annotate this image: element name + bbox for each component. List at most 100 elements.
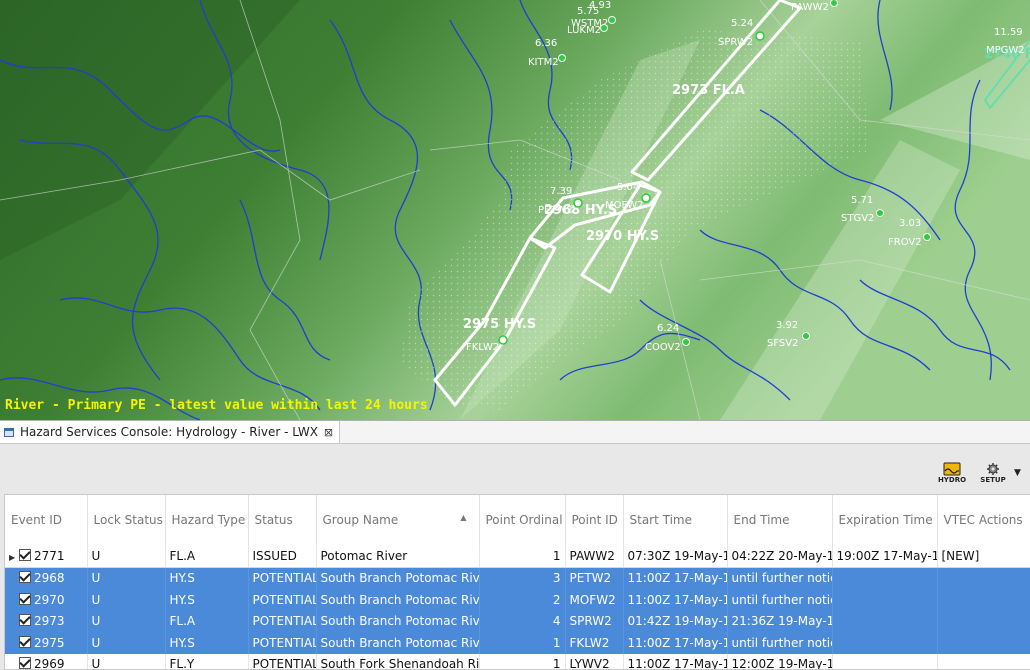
ordinal-cell: 1 [479,632,565,654]
station-value: 3.92 [776,320,798,331]
row-checkbox[interactable] [19,657,31,669]
station-value: 11.59 [994,27,1023,38]
event-id-cell[interactable]: 2973 [5,611,87,633]
hydro-button[interactable]: HYDRO [937,462,967,490]
row-checkbox[interactable] [19,636,31,648]
vtec-cell [937,632,1030,654]
event-id: 2771 [34,549,65,563]
table-row[interactable]: 2969 U FL.Y POTENTIAL South Fork Shenand… [5,654,1030,670]
group-cell: South Branch Potomac River [316,589,479,611]
station-id: FROV2 [888,237,922,248]
lock-cell: U [87,567,165,589]
setup-label: SETUP [980,476,1005,484]
column-header-status[interactable]: Status [248,495,316,545]
hazard-services-console: Hazard Services Console: Hydrology - Riv… [0,420,1030,668]
vtec-cell [937,567,1030,589]
event-id: 2973 [34,614,65,628]
point-cell: PETW2 [565,567,623,589]
group-cell: South Fork Shenandoah River [316,654,479,670]
station-id: FKLW2 [466,342,499,353]
column-header-start-time[interactable]: Start Time [623,495,727,545]
event-id-cell[interactable]: 2968 [5,567,87,589]
end-cell: 04:22Z 20-May-18 [727,545,832,567]
type-cell: HY.S [165,567,248,589]
lock-cell: U [87,632,165,654]
expiration-cell [832,632,937,654]
station-value: 5.04 [617,182,639,193]
event-id-cell[interactable]: 2970 [5,589,87,611]
expiration-cell [832,654,937,670]
column-header-group-name[interactable]: Group Name▲ [316,495,479,545]
table-row[interactable]: 2975 U HY.S POTENTIAL South Branch Potom… [5,632,1030,654]
vtec-cell [937,611,1030,633]
column-header-expiration-time[interactable]: Expiration Time [832,495,937,545]
status-cell: ISSUED [248,545,316,567]
lock-cell: U [87,611,165,633]
type-cell: HY.S [165,632,248,654]
row-checkbox[interactable] [19,549,31,561]
group-cell: Potomac River [316,545,479,567]
column-header-end-time[interactable]: End Time [727,495,832,545]
expiration-cell [832,589,937,611]
ordinal-cell: 3 [479,567,565,589]
event-id: 2968 [34,571,65,585]
row-checkbox[interactable] [19,571,31,583]
setup-button[interactable]: SETUP [978,462,1008,490]
row-checkbox[interactable] [19,614,31,626]
table-row[interactable]: 2968 U HY.S POTENTIAL South Branch Potom… [5,567,1030,589]
start-cell: 07:30Z 19-May-18 [623,545,727,567]
type-cell: FL.A [165,545,248,567]
console-tab-title: Hazard Services Console: Hydrology - Riv… [20,425,318,439]
column-header-hazard-type[interactable]: Hazard Type [165,495,248,545]
table-row[interactable]: 2973 U FL.A POTENTIAL South Branch Potom… [5,611,1030,633]
console-tab[interactable]: Hazard Services Console: Hydrology - Riv… [0,421,340,443]
event-id-cell[interactable]: 2975 [5,632,87,654]
type-cell: HY.S [165,589,248,611]
expiration-cell [832,611,937,633]
hydro-label: HYDRO [938,476,966,484]
table-row[interactable]: 2970 U HY.S POTENTIAL South Branch Potom… [5,589,1030,611]
station-id: MOFW2 [605,200,644,211]
hazard-label: 2975 HY.S [463,317,536,332]
expiration-cell: 19:00Z 17-May-18 [832,545,937,567]
close-icon[interactable]: ⊠ [324,426,333,439]
status-cell: POTENTIAL [248,589,316,611]
event-id-cell[interactable]: ▶ 2771 [5,545,87,567]
view-menu-arrow[interactable]: ▼ [1014,468,1021,478]
station-id: LUKM2 [567,25,601,36]
end-cell: until further notice [727,567,832,589]
station-id: PAWW2 [791,2,829,13]
station-value: 3.03 [899,218,921,229]
hydro-icon [943,462,961,476]
start-cell: 11:00Z 17-May-18 [623,632,727,654]
table-row[interactable]: ▶2771 U FL.A ISSUED Potomac River 1 PAWW… [5,545,1030,567]
station-id: COOV2 [645,342,681,353]
column-header-vtec-actions[interactable]: VTEC Actions [937,495,1030,545]
row-checkbox[interactable] [19,593,31,605]
console-tab-bar: Hazard Services Console: Hydrology - Riv… [0,421,1030,444]
station-id: KITM2 [528,57,559,68]
sort-ascending-icon: ▲ [460,513,466,522]
vtec-cell [937,654,1030,670]
map-canvas[interactable]: 2973 FL.A 2968 HY.S 2970 HY.S 2975 HY.S … [0,0,1030,420]
column-header-lock-status[interactable]: Lock Status [87,495,165,545]
event-id-cell[interactable]: 2969 [5,654,87,670]
end-cell: 12:00Z 19-May-18 [727,654,832,670]
point-cell: MOFW2 [565,589,623,611]
station-value: 4.93 [589,0,611,11]
point-cell: FKLW2 [565,632,623,654]
table-header: Event ID Lock Status Hazard Type Status … [5,495,1030,545]
lock-cell: U [87,545,165,567]
station-id: PETW2 [538,205,573,216]
column-header-point-id[interactable]: Point ID [565,495,623,545]
hazard-label: 2970 HY.S [586,229,659,244]
group-cell: South Branch Potomac River [316,567,479,589]
column-header-event-id[interactable]: Event ID [5,495,87,545]
map-display[interactable]: 2973 FL.A 2968 HY.S 2970 HY.S 2975 HY.S … [0,0,1030,420]
expand-arrow-icon[interactable]: ▶ [9,553,19,562]
start-cell: 11:00Z 17-May-18 [623,567,727,589]
column-header-point-ordinal[interactable]: Point Ordinal [479,495,565,545]
end-cell: until further notice [727,632,832,654]
event-id: 2970 [34,593,65,607]
event-id: 2969 [34,657,65,670]
